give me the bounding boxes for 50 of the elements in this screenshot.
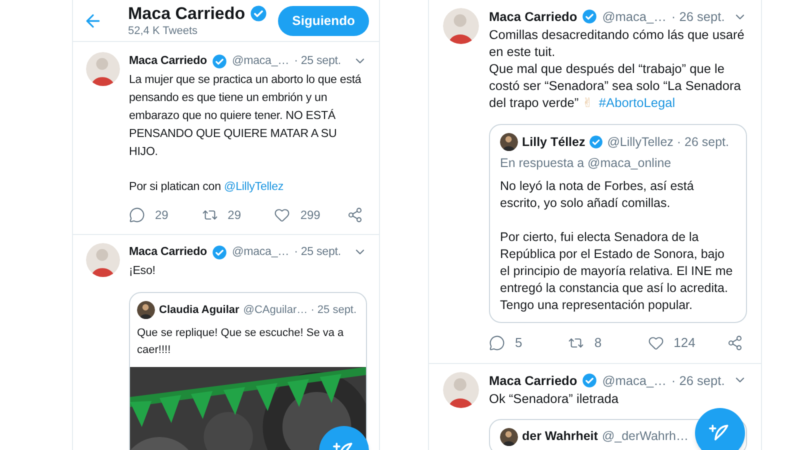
reply-context: En respuesta a @maca_online <box>500 155 672 172</box>
author-name: der Wahrheit <box>522 428 598 445</box>
author-name: Maca Carriedo <box>489 8 578 25</box>
like-button[interactable]: 299 <box>274 206 344 224</box>
reply-button[interactable]: 5 <box>489 333 559 352</box>
tweet-date: · 26 sept. <box>671 372 725 388</box>
retweet-button[interactable]: 8 <box>568 333 638 352</box>
heart-icon <box>274 207 290 223</box>
tweet-date: · 26 sept. <box>671 8 725 25</box>
share-icon[interactable] <box>726 334 743 351</box>
like-button[interactable]: 124 <box>648 333 718 352</box>
tweet-text: La mujer que se practica un aborto lo que está pensando es que tiene un embrión y un embarazo que no quiere tener. NO ESTÁ PENSANDO QUE QUIERE MATAR A SU HIJO. <box>129 72 362 160</box>
heart-icon <box>648 334 664 351</box>
author-handle: @maca_… <box>602 372 666 388</box>
tweet-text: ¡Eso! <box>129 263 156 279</box>
speech-bubble-icon <box>489 334 505 351</box>
author-name: Claudia Aguilar <box>159 302 240 318</box>
author-handle: @CAguilar… · 25 sept. <box>243 302 357 318</box>
tweet-text: No leyó la nota de Forbes, así está escrito, yo solo añadí comillas. <box>500 178 695 212</box>
speech-bubble-icon <box>129 207 145 223</box>
tweet-date: · 25 sept. <box>294 244 341 260</box>
author-handle: @maca_… <box>232 244 290 260</box>
author-name: Lilly Téllez <box>522 134 586 150</box>
author-handle: @_derWahrh… <box>602 428 688 445</box>
link[interactable]: @LillyTellez <box>224 180 284 193</box>
author-handle: @LillyTellez · 26 sept. <box>607 134 729 150</box>
author-name: Maca Carriedo <box>129 244 207 260</box>
avatar[interactable] <box>137 301 155 319</box>
quoted-tweet[interactable]: Claudia Aguilar @CAguilar… · 25 sept. Que se replique! Que se escuche! Se va a caer!!!! <box>129 292 367 450</box>
author-handle: @maca_… <box>602 8 666 25</box>
tweet-text: Comillas desacreditando cómo lás que usaré en este tuit. Que mal que después del “trabajo” que le costó ser “Senadora” sea solo “La Senadora del trapo verde” ✌ #AbortoLegal <box>489 26 746 112</box>
tweet-text: Por cierto, fui electa Senadora de la República por el Estado de Sonora, bajo el principio de mayoría relativa. El INE me entregó la constancia que así lo acredita. Tengo una representación popular. <box>500 229 734 314</box>
author-name: Maca Carriedo <box>129 53 207 69</box>
tweet-text: Que se replique! Que se escuche! Se va a caer!!!! <box>137 326 345 358</box>
tweet-count: 52,4 K Tweets <box>128 24 199 38</box>
reply-button[interactable]: 29 <box>129 206 199 224</box>
retweet-button[interactable]: 29 <box>202 206 272 224</box>
quoted-tweet[interactable] <box>489 124 747 323</box>
avatar[interactable] <box>500 428 518 446</box>
share-icon[interactable] <box>346 207 363 223</box>
tweet-text: Ok “Senadora” iletrada <box>489 390 618 406</box>
following-button[interactable]: Siguiendo <box>278 6 369 36</box>
avatar[interactable] <box>500 133 518 151</box>
author-name: Maca Carriedo <box>489 372 578 388</box>
tweet-text: Por si platican con @LillyTellez <box>129 179 284 195</box>
tweet[interactable]: Maca Carriedo @maca_… · 25 sept. ¡Eso! Claudia Aguilar @CAguilar… · 25 sept. Que se replique! Que se escuche! Se va a caer!!!! <box>73 235 379 450</box>
link[interactable]: #AbortoLegal <box>598 95 676 110</box>
profile-title: Maca Carriedo <box>128 4 246 24</box>
author-handle: @maca_… <box>232 53 290 69</box>
tweet-date: · 25 sept. <box>294 53 341 69</box>
